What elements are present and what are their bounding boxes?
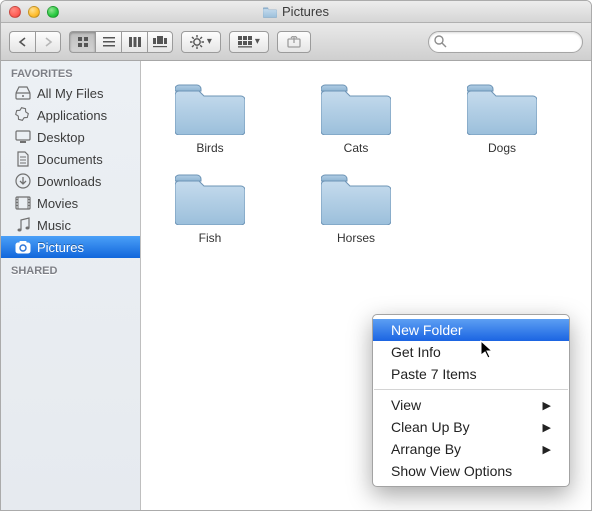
forward-button[interactable] xyxy=(35,31,61,53)
chevron-down-icon: ▾ xyxy=(204,36,212,47)
sidebar-item-movies[interactable]: Movies xyxy=(1,192,140,214)
sidebar-section-shared: SHARED xyxy=(1,258,140,279)
sidebar: FAVORITES All My Files Applications Desk… xyxy=(1,61,141,510)
submenu-arrow-icon: ▶ xyxy=(543,399,551,412)
folder-item[interactable]: Fish xyxy=(165,169,255,245)
context-item-label: Show View Options xyxy=(391,463,512,479)
folder-icon xyxy=(467,79,537,135)
desktop-icon xyxy=(15,129,31,145)
folder-icon xyxy=(321,169,391,225)
nav-buttons xyxy=(9,31,61,53)
context-menu-item[interactable]: Arrange By ▶ xyxy=(373,438,569,460)
context-item-label: Paste 7 Items xyxy=(391,366,477,382)
context-menu: New FolderGet InfoPaste 7 ItemsView▶Clea… xyxy=(372,314,570,487)
submenu-arrow-icon: ▶ xyxy=(543,443,551,456)
sidebar-item-all-my-files[interactable]: All My Files xyxy=(1,82,140,104)
folder-proxy-icon xyxy=(263,6,277,18)
titlebar: Pictures xyxy=(1,1,591,23)
sidebar-item-label: All My Files xyxy=(37,86,103,101)
folder-item[interactable]: Cats xyxy=(311,79,401,155)
sidebar-item-downloads[interactable]: Downloads xyxy=(1,170,140,192)
music-icon xyxy=(15,217,31,233)
context-item-label: New Folder xyxy=(391,322,463,338)
movies-icon xyxy=(15,195,31,211)
context-menu-item[interactable]: Get Info xyxy=(373,341,569,363)
context-item-label: Arrange By xyxy=(391,441,461,457)
view-icons-button[interactable] xyxy=(69,31,95,53)
sidebar-item-pictures[interactable]: Pictures xyxy=(1,236,140,258)
all-my-files-icon xyxy=(15,85,31,101)
folder-icon xyxy=(175,169,245,225)
submenu-arrow-icon: ▶ xyxy=(543,421,551,434)
view-columns-button[interactable] xyxy=(121,31,147,53)
folder-label: Birds xyxy=(165,141,255,155)
chevron-down-icon: ▾ xyxy=(252,36,260,47)
minimize-button[interactable] xyxy=(28,6,40,18)
sidebar-item-label: Desktop xyxy=(37,130,85,145)
folder-item[interactable]: Dogs xyxy=(457,79,547,155)
context-menu-item[interactable]: Clean Up By ▶ xyxy=(373,416,569,438)
pictures-icon xyxy=(15,239,31,255)
applications-icon xyxy=(15,107,31,123)
sidebar-item-applications[interactable]: Applications xyxy=(1,104,140,126)
zoom-button[interactable] xyxy=(47,6,59,18)
sidebar-item-label: Downloads xyxy=(37,174,101,189)
action-menu-button[interactable]: ▾ xyxy=(181,31,221,53)
context-menu-item[interactable]: View ▶ xyxy=(373,394,569,416)
sidebar-section-favorites: FAVORITES xyxy=(1,61,140,82)
view-switcher xyxy=(69,31,173,53)
toolbar: ▾ ▾ xyxy=(1,23,591,61)
context-item-label: Get Info xyxy=(391,344,441,360)
window-title: Pictures xyxy=(282,4,329,19)
context-menu-item[interactable]: New Folder xyxy=(373,319,569,341)
view-list-button[interactable] xyxy=(95,31,121,53)
sidebar-item-music[interactable]: Music xyxy=(1,214,140,236)
folder-label: Fish xyxy=(165,231,255,245)
context-menu-item[interactable]: Paste 7 Items xyxy=(373,363,569,385)
folder-label: Horses xyxy=(311,231,401,245)
arrange-menu-button[interactable]: ▾ xyxy=(229,31,269,53)
search-field[interactable] xyxy=(428,31,583,53)
folder-item[interactable]: Horses xyxy=(311,169,401,245)
folder-item[interactable]: Birds xyxy=(165,79,255,155)
downloads-icon xyxy=(15,173,31,189)
folder-grid: Birds Cats Dogs Fish Horses xyxy=(165,79,567,257)
sidebar-item-label: Applications xyxy=(37,108,107,123)
sidebar-item-label: Pictures xyxy=(37,240,84,255)
folder-label: Dogs xyxy=(457,141,547,155)
sidebar-item-desktop[interactable]: Desktop xyxy=(1,126,140,148)
folder-icon xyxy=(175,79,245,135)
sidebar-item-documents[interactable]: Documents xyxy=(1,148,140,170)
folder-icon xyxy=(321,79,391,135)
sidebar-item-label: Music xyxy=(37,218,71,233)
back-button[interactable] xyxy=(9,31,35,53)
context-item-label: Clean Up By xyxy=(391,419,470,435)
context-item-label: View xyxy=(391,397,421,413)
close-button[interactable] xyxy=(9,6,21,18)
context-separator xyxy=(374,389,568,390)
search-input[interactable] xyxy=(428,31,583,53)
context-menu-item[interactable]: Show View Options xyxy=(373,460,569,482)
view-coverflow-button[interactable] xyxy=(147,31,173,53)
search-icon xyxy=(434,35,447,48)
folder-label: Cats xyxy=(311,141,401,155)
share-button[interactable] xyxy=(277,31,311,53)
documents-icon xyxy=(15,151,31,167)
sidebar-item-label: Movies xyxy=(37,196,78,211)
sidebar-item-label: Documents xyxy=(37,152,103,167)
